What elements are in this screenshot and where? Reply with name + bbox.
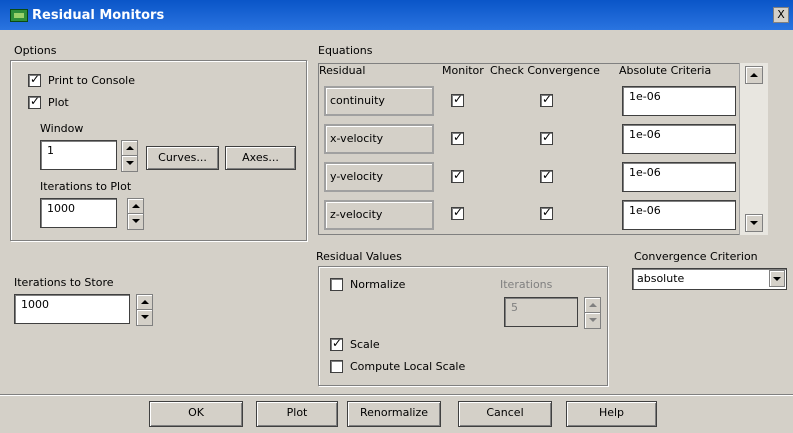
column-absolute-criteria: Absolute Criteria: [619, 64, 712, 77]
absolute-criteria-input-z-velocity[interactable]: 1e-06: [622, 200, 736, 230]
convergence-criterion-value: absolute: [637, 272, 685, 285]
check-convergence-checkbox-continuity[interactable]: [540, 92, 553, 107]
cancel-button[interactable]: Cancel: [458, 401, 552, 427]
iterations-to-store-label: Iterations to Store: [14, 276, 114, 289]
compute-local-scale-checkbox[interactable]: [330, 360, 343, 373]
check-convergence-checkbox-y-velocity[interactable]: [540, 168, 553, 183]
column-residual: Residual: [319, 64, 366, 77]
chevron-down-icon[interactable]: [769, 270, 785, 287]
window-input[interactable]: 1: [40, 140, 117, 170]
compute-local-scale-label: Compute Local Scale: [350, 360, 466, 373]
axes-button[interactable]: Axes...: [225, 146, 296, 170]
convergence-criterion-label: Convergence Criterion: [634, 250, 758, 263]
curves-button[interactable]: Curves...: [146, 146, 219, 170]
iterations-spinner[interactable]: [584, 297, 601, 329]
renormalize-button[interactable]: Renormalize: [347, 401, 441, 427]
residual-name-continuity: continuity: [324, 86, 434, 116]
plot-label: Plot: [48, 96, 69, 109]
normalize-label: Normalize: [350, 278, 406, 291]
scroll-down-icon[interactable]: [745, 214, 763, 232]
iterations-to-plot-spinner[interactable]: [127, 198, 144, 230]
spin-up-icon[interactable]: [128, 199, 143, 214]
equations-scrollbar[interactable]: [739, 63, 768, 235]
iterations-label: Iterations: [500, 278, 553, 291]
print-to-console-checkbox[interactable]: [28, 72, 41, 87]
ok-button[interactable]: OK: [149, 401, 243, 427]
iterations-to-plot-input[interactable]: 1000: [40, 198, 117, 228]
residual-name-y-velocity: y-velocity: [324, 162, 434, 192]
window-title: Residual Monitors: [32, 7, 165, 23]
monitor-checkbox-y-velocity[interactable]: [451, 168, 464, 183]
equations-heading: Equations: [318, 44, 373, 57]
iterations-to-store-spinner[interactable]: [136, 294, 153, 326]
plot-checkbox[interactable]: [28, 94, 41, 109]
help-button[interactable]: Help: [566, 401, 657, 427]
iterations-to-plot-label: Iterations to Plot: [40, 180, 132, 193]
fluent-app-icon: [10, 8, 28, 22]
check-convergence-checkbox-z-velocity[interactable]: [540, 205, 553, 220]
residual-name-x-velocity: x-velocity: [324, 124, 434, 154]
spin-down-icon[interactable]: [122, 156, 137, 171]
spin-down-icon[interactable]: [137, 310, 152, 325]
iterations-input[interactable]: 5: [504, 297, 578, 327]
spin-down-icon[interactable]: [585, 313, 600, 328]
print-to-console-label: Print to Console: [48, 74, 136, 87]
plot-button[interactable]: Plot: [256, 401, 338, 427]
scale-label: Scale: [350, 338, 380, 351]
close-icon[interactable]: X: [773, 7, 789, 23]
window-label: Window: [40, 122, 84, 135]
check-convergence-checkbox-x-velocity[interactable]: [540, 130, 553, 145]
iterations-to-store-input[interactable]: 1000: [14, 294, 130, 324]
monitor-checkbox-x-velocity[interactable]: [451, 130, 464, 145]
spin-up-icon[interactable]: [122, 141, 137, 156]
column-check-convergence: Check Convergence: [490, 64, 600, 77]
options-heading: Options: [14, 44, 57, 57]
absolute-criteria-input-continuity[interactable]: 1e-06: [622, 86, 736, 116]
convergence-criterion-select[interactable]: absolute: [632, 268, 787, 290]
window-spinner[interactable]: [121, 140, 138, 172]
spin-down-icon[interactable]: [128, 214, 143, 229]
monitor-checkbox-z-velocity[interactable]: [451, 205, 464, 220]
title-bar: Residual Monitors X: [0, 0, 793, 30]
scroll-up-icon[interactable]: [745, 66, 763, 84]
spin-up-icon[interactable]: [585, 298, 600, 313]
absolute-criteria-input-y-velocity[interactable]: 1e-06: [622, 162, 736, 192]
residual-values-heading: Residual Values: [316, 250, 402, 263]
column-monitor: Monitor: [442, 64, 484, 77]
monitor-checkbox-continuity[interactable]: [451, 92, 464, 107]
normalize-checkbox[interactable]: [330, 278, 343, 291]
residual-name-z-velocity: z-velocity: [324, 200, 434, 230]
absolute-criteria-input-x-velocity[interactable]: 1e-06: [622, 124, 736, 154]
scale-checkbox[interactable]: [330, 336, 343, 351]
spin-up-icon[interactable]: [137, 295, 152, 310]
